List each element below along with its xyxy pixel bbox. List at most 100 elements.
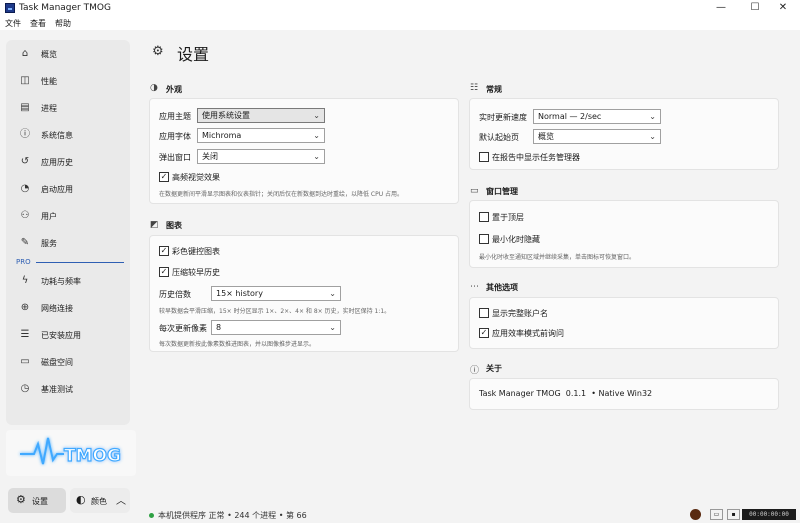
sidebar-item-benchmark[interactable]: ◷ 基准测试	[6, 378, 130, 400]
efficiency-mode-label: 应用效率模式前询问	[492, 329, 564, 338]
show-in-tray-label: 在报告中显示任务管理器	[492, 153, 580, 162]
sidebar-item-disk[interactable]: ▭ 磁盘空间	[6, 351, 130, 373]
chevron-down-icon: ⌄	[329, 289, 336, 298]
sidebar-item-services[interactable]: ✎ 服务	[6, 232, 130, 254]
logo-text: TMOG	[64, 446, 121, 466]
sidebar-item-label: 系统信息	[41, 131, 73, 140]
sidebar-item-label: 启动应用	[41, 185, 73, 194]
services-icon: ✎	[20, 237, 30, 248]
status-indicator	[149, 513, 154, 518]
title-bar: Task Manager TMOG — ☐ ✕	[0, 0, 800, 17]
sidebar-item-label: 网络连接	[41, 304, 73, 313]
appearance-heading: 外观	[166, 85, 182, 94]
chevron-up-icon[interactable]: ︿	[116, 492, 126, 507]
sidebar-item-performance[interactable]: ◫ 性能	[6, 70, 130, 92]
color-button[interactable]: ◐ 颜色 ︿	[70, 488, 130, 513]
default-page-select[interactable]: 概览 ⌄	[533, 129, 661, 144]
minimize-button[interactable]: —	[704, 0, 738, 17]
logo-heartbeat-icon: TMOG	[20, 437, 122, 467]
chevron-down-icon: ⌄	[649, 132, 656, 141]
chevron-down-icon: ⌄	[313, 131, 320, 140]
sidebar-item-label: 基准测试	[41, 385, 73, 394]
charts-card: ✓ 彩色键控图表 ✓ 压缩较早历史 历史倍数 15× history ⌄ 较早数…	[149, 235, 459, 352]
popup-select[interactable]: 关闭 ⌄	[197, 149, 325, 164]
performance-icon: ◫	[20, 75, 30, 86]
charts-heading: 图表	[166, 221, 182, 230]
sidebar-item-startup[interactable]: ◔ 启动应用	[6, 178, 130, 200]
sidebar-item-users[interactable]: ⚇ 用户	[6, 205, 130, 227]
stop-icon[interactable]: ▪	[727, 509, 740, 520]
menu-bar: 文件 查看 帮助	[0, 17, 800, 30]
settings-gear-icon: ⚙	[152, 44, 164, 59]
sidebar-item-overview[interactable]: ⌂ 概览	[6, 43, 130, 65]
minimize-hide-description: 最小化时收至通知区域并继续采集，单击图标可恢复窗口。	[479, 254, 636, 261]
status-clock: 00:00:00:00	[742, 509, 796, 520]
close-button[interactable]: ✕	[766, 0, 800, 17]
default-page-label: 默认起始页	[479, 133, 519, 142]
history-multiplier-value: 15× history	[216, 289, 263, 298]
minimize-hide-label: 最小化时隐藏	[492, 235, 540, 244]
sidebar-item-label: 服务	[41, 239, 57, 248]
always-on-top-checkbox[interactable]	[479, 212, 489, 222]
sidebar-item-processes[interactable]: ▤ 进程	[6, 97, 130, 119]
high-fps-description: 在数据更新间平滑显示图表和仪表指针；关闭后仅在新数据到达时重绘，以降低 CPU …	[159, 191, 404, 198]
other-options-heading: 其他选项	[486, 283, 518, 292]
network-icon: ⊕	[20, 302, 30, 313]
font-value: Michroma	[202, 131, 242, 140]
colored-charts-checkbox[interactable]: ✓	[159, 246, 169, 256]
popup-value: 关闭	[202, 152, 218, 161]
users-icon: ⚇	[20, 210, 30, 221]
pixels-per-update-label: 每次更新像素	[159, 324, 207, 333]
font-select[interactable]: Michroma ⌄	[197, 128, 325, 143]
sidebar-item-network[interactable]: ⊕ 网络连接	[6, 297, 130, 319]
refresh-speed-value: Normal — 2/sec	[538, 112, 602, 121]
chevron-down-icon: ⌄	[313, 111, 320, 120]
history-multiplier-select[interactable]: 15× history ⌄	[211, 286, 341, 301]
show-in-tray-checkbox[interactable]	[479, 152, 489, 162]
settings-button[interactable]: ⚙ 设置	[8, 488, 66, 513]
full-account-label: 显示完整账户名	[492, 309, 548, 318]
efficiency-mode-checkbox[interactable]: ✓	[479, 328, 489, 338]
info-icon: ⓘ	[470, 366, 480, 376]
sidebar-item-label: 概览	[41, 50, 57, 59]
pause-icon[interactable]: ▭	[710, 509, 723, 520]
menu-view[interactable]: 查看	[30, 18, 46, 29]
refresh-speed-label: 实时更新速度	[479, 113, 527, 122]
minimize-hide-checkbox[interactable]	[479, 234, 489, 244]
record-icon[interactable]	[690, 509, 701, 520]
history-multiplier-label: 历史倍数	[159, 290, 191, 299]
compress-history-checkbox[interactable]: ✓	[159, 267, 169, 277]
sidebar-item-app-history[interactable]: ↺ 应用历史	[6, 151, 130, 173]
chevron-down-icon: ⌄	[313, 152, 320, 161]
colored-charts-label: 彩色键控图表	[172, 247, 220, 256]
processes-icon: ▤	[20, 102, 30, 113]
menu-file[interactable]: 文件	[5, 18, 21, 29]
palette-icon: ◐	[76, 493, 86, 506]
chevron-down-icon: ⌄	[329, 323, 336, 332]
chart-icon: ◩	[150, 220, 159, 230]
sidebar-item-system-info[interactable]: ⓘ 系统信息	[6, 124, 130, 146]
full-account-checkbox[interactable]	[479, 308, 489, 318]
sidebar-item-label: 功耗与频率	[41, 277, 81, 286]
sidebar-item-label: 进程	[41, 104, 57, 113]
app-icon	[5, 3, 15, 13]
theme-select[interactable]: 使用系统设置 ⌄	[197, 108, 325, 123]
chevron-down-icon: ⌄	[649, 112, 656, 121]
palette-icon: ◑	[150, 83, 158, 93]
window-management-card: 置于顶层 最小化时隐藏 最小化时收至通知区域并继续采集，单击图标可恢复窗口。	[469, 200, 779, 268]
refresh-speed-select[interactable]: Normal — 2/sec ⌄	[533, 109, 661, 124]
menu-help[interactable]: 帮助	[55, 18, 71, 29]
sidebar: ⌂ 概览 ◫ 性能 ▤ 进程 ⓘ 系统信息 ↺ 应用历史 ◔ 启动应用 ⚇ 用户…	[6, 40, 130, 425]
sidebar-item-power[interactable]: ϟ 功耗与频率	[6, 270, 130, 292]
appearance-card: 应用主题 使用系统设置 ⌄ 应用字体 Michroma ⌄ 弹出窗口 关闭 ⌄ …	[149, 98, 459, 204]
theme-label: 应用主题	[159, 112, 191, 121]
sidebar-item-installed-apps[interactable]: ☰ 已安装应用	[6, 324, 130, 346]
compress-history-label: 压缩较早历史	[172, 268, 220, 277]
theme-value: 使用系统设置	[202, 111, 250, 120]
installed-apps-icon: ☰	[20, 329, 30, 340]
sidebar-item-label: 性能	[41, 77, 57, 86]
pixels-per-update-select[interactable]: 8 ⌄	[211, 320, 341, 335]
high-fps-checkbox[interactable]: ✓	[159, 172, 169, 182]
pro-divider	[36, 262, 124, 263]
settings-label: 设置	[32, 497, 48, 506]
